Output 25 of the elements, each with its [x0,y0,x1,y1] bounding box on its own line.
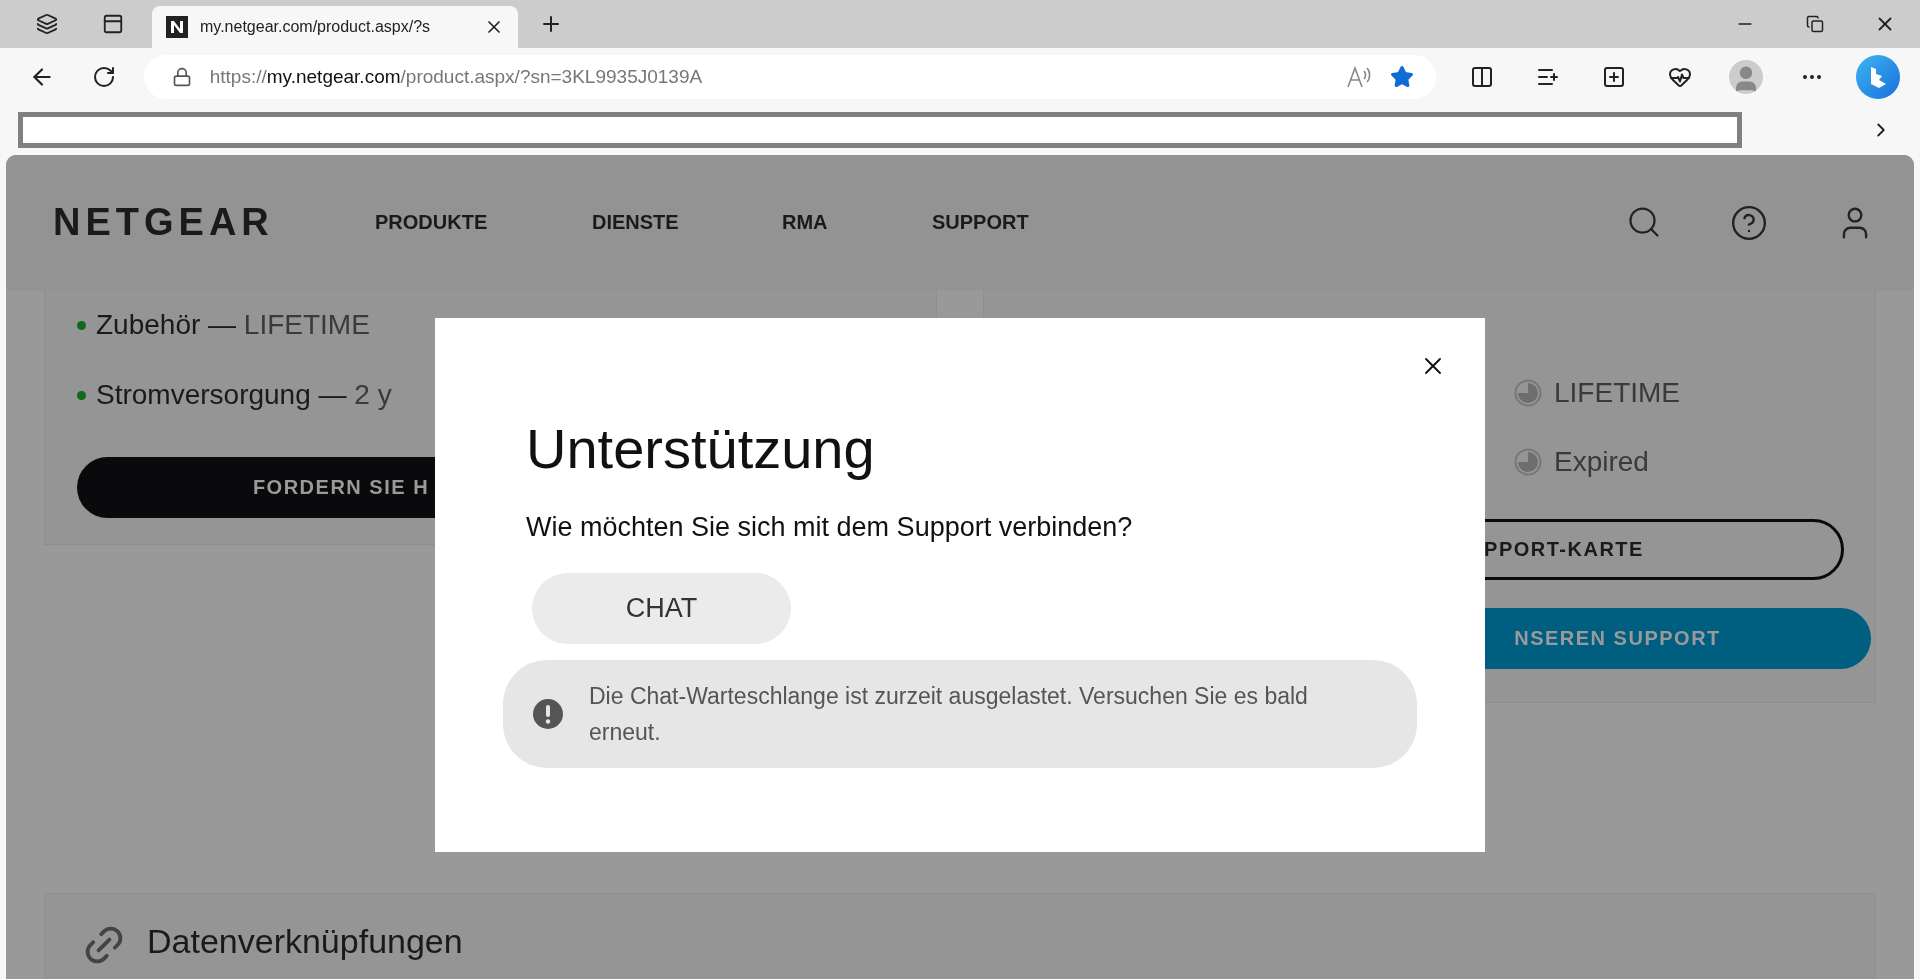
nav-link[interactable]: RMA [782,211,932,234]
address-bar[interactable]: https://my.netgear.com/product.aspx/?sn=3KL9935J0139A [143,54,1436,99]
clock-icon [1514,378,1542,407]
tab-title: my.netgear.com/product.aspx/?s [200,18,432,36]
read-aloud-icon[interactable] [1346,64,1372,89]
star-icon[interactable] [1390,64,1414,89]
chat-button[interactable]: CHAT [532,572,791,644]
bullet-icon [77,320,86,330]
coverage-item: Zubehör — LIFETIME [96,309,370,341]
status-text: LIFETIME [1554,376,1680,409]
status-text: Expired [1554,445,1649,478]
site-icon [166,16,188,38]
lock-icon [171,66,192,87]
bullet-icon [77,390,86,400]
clock-icon [1514,447,1542,476]
nav-link[interactable]: SUPPORT [932,211,1052,234]
nav-link[interactable]: DIENSTE [592,211,782,234]
section-title: Datenverknüpfungen [147,922,463,961]
coverage-item: Stromversorgung — 2 y [96,379,392,411]
alert-text: Die Chat-Warteschlange ist zurzeit ausgelastet. Versuchen Sie es bald erneut. [589,681,1309,747]
logo[interactable]: NETGEAR [53,201,275,244]
help-icon[interactable] [1730,203,1768,242]
nav-link[interactable]: PRODUKTE [375,211,592,234]
alert-icon [533,698,563,729]
browser-tab[interactable]: my.netgear.com/product.aspx/?s [152,6,518,48]
